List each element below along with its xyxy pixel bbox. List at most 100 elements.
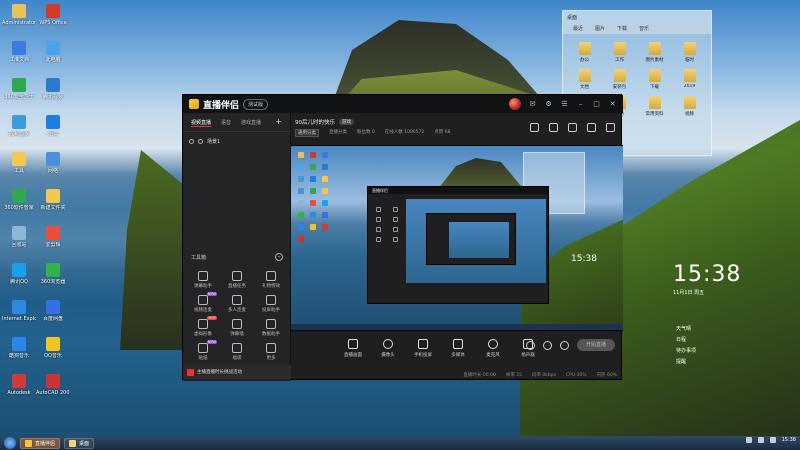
menu-icon[interactable]: ☰ bbox=[560, 100, 569, 109]
scene-row[interactable]: 场景1 bbox=[183, 132, 290, 151]
tool-item[interactable]: NEW 视频连麦 bbox=[187, 292, 219, 313]
widget-item[interactable]: 提醒 bbox=[676, 358, 756, 365]
folder-tab[interactable]: 图片 bbox=[595, 25, 605, 32]
close-icon[interactable]: ✕ bbox=[608, 100, 617, 109]
folder-item[interactable]: 工作 bbox=[604, 42, 635, 63]
folder-item[interactable]: 临时 bbox=[674, 42, 705, 63]
folder-tab[interactable]: 最近 bbox=[573, 25, 583, 32]
camera-button[interactable]: 摄像头 bbox=[376, 339, 400, 358]
beauty-icon[interactable] bbox=[543, 340, 552, 350]
widget-item[interactable]: 待办事项 bbox=[676, 347, 756, 354]
desktop-icon[interactable]: 360浏览器 bbox=[36, 263, 70, 285]
tool-item[interactable]: 直播任务 bbox=[221, 271, 253, 289]
room-tag[interactable]: 游戏 bbox=[339, 119, 354, 125]
microphone-button[interactable]: 麦克风 bbox=[481, 339, 505, 358]
add-scene-icon[interactable]: + bbox=[275, 118, 282, 127]
taskbar-item[interactable]: 直播伴侣 bbox=[20, 437, 61, 449]
desktop-icon[interactable]: Administrator bbox=[2, 4, 36, 26]
widget-item[interactable]: 天气晴 bbox=[676, 325, 756, 332]
folder-item[interactable]: 2019 bbox=[674, 69, 705, 90]
desktop-icon[interactable]: 迅雷 bbox=[36, 115, 70, 137]
eye-icon[interactable] bbox=[189, 139, 194, 144]
desktop-icon[interactable]: AutoCAD 2007 bbox=[36, 374, 70, 396]
network-icon[interactable] bbox=[745, 437, 752, 443]
desktop-icon[interactable]: 360安全卫士 bbox=[2, 78, 36, 100]
desktop-icon[interactable]: 江淮文档 bbox=[2, 41, 36, 63]
app-icon bbox=[46, 115, 60, 129]
tool-item[interactable]: NEW 贴纸 bbox=[187, 340, 219, 361]
minimize-icon[interactable]: – bbox=[576, 100, 585, 109]
folder-item[interactable]: 安装包 bbox=[604, 69, 635, 90]
gift-icon[interactable] bbox=[530, 123, 539, 132]
tool-item[interactable]: 投屏助手 bbox=[255, 295, 287, 313]
tool-item[interactable]: 更多 bbox=[255, 343, 287, 361]
folder-item[interactable]: 下载 bbox=[639, 69, 670, 90]
live-preview[interactable]: 直播伴侣 15:38 bbox=[291, 145, 623, 331]
message-icon[interactable]: ✉ bbox=[528, 100, 537, 109]
widget-item[interactable]: 日程 bbox=[676, 336, 756, 343]
maximize-icon[interactable]: □ bbox=[592, 100, 601, 109]
desktop-icon[interactable]: 回收站 bbox=[2, 226, 36, 248]
folder-tab[interactable]: 下载 bbox=[617, 25, 627, 32]
desktop-icon[interactable]: 腾讯QQ bbox=[2, 263, 36, 285]
tab-game-live[interactable]: 游戏直播 bbox=[241, 119, 261, 127]
app-logo-icon bbox=[189, 99, 199, 109]
shop-icon[interactable] bbox=[568, 123, 577, 132]
collapse-icon[interactable]: – bbox=[275, 253, 283, 261]
volume-icon[interactable] bbox=[757, 437, 764, 443]
start-live-button[interactable]: 开始直播 bbox=[577, 339, 615, 351]
room-title[interactable]: 90后儿时的快乐 bbox=[295, 118, 335, 126]
tool-item[interactable]: 礼物特效 bbox=[255, 271, 287, 289]
tab-voice[interactable]: 语音 bbox=[221, 119, 231, 127]
tool-item[interactable]: 多人连麦 bbox=[221, 295, 253, 313]
desktop-icon[interactable]: WPS Office bbox=[36, 4, 70, 26]
tool-item[interactable]: 数据助手 bbox=[255, 319, 287, 337]
folder-tab[interactable]: 音乐 bbox=[639, 25, 649, 32]
share-icon[interactable] bbox=[606, 123, 615, 132]
desktop-icon[interactable]: 新建文件夹 bbox=[36, 189, 70, 211]
lock-icon[interactable] bbox=[549, 123, 558, 132]
desktop-icon[interactable]: 酷狗音乐 bbox=[2, 337, 36, 359]
start-button[interactable] bbox=[4, 437, 16, 449]
desktop-icon[interactable]: 百度网盘 bbox=[36, 300, 70, 322]
tool-item[interactable]: 福袋 bbox=[221, 343, 253, 361]
preview-desktop-icon bbox=[310, 164, 316, 170]
folder-item[interactable]: 办公 bbox=[569, 42, 600, 63]
taskbar-item[interactable]: 桌面 bbox=[64, 437, 95, 449]
desktop-icon[interactable]: QQ音乐 bbox=[36, 337, 70, 359]
gear-icon[interactable] bbox=[560, 340, 569, 350]
preview-desktop-icon bbox=[298, 188, 304, 194]
desktop-icon[interactable]: 此电脑 bbox=[36, 41, 70, 63]
tray-time[interactable]: 15:38 bbox=[782, 437, 796, 443]
tab-video-live[interactable]: 视频直播 bbox=[191, 119, 212, 127]
tool-item[interactable]: 弹幕助手 bbox=[187, 271, 219, 289]
input-method-icon[interactable] bbox=[769, 437, 776, 443]
app-icon bbox=[12, 226, 26, 240]
folder-icon bbox=[648, 69, 661, 82]
phone-cast-button[interactable]: 手机投屏 bbox=[411, 339, 435, 358]
record-icon[interactable] bbox=[526, 340, 535, 350]
tool-item[interactable]: 弹幕墙 bbox=[221, 319, 253, 337]
desktop-icon[interactable]: 网络 bbox=[36, 152, 70, 174]
bell-icon[interactable] bbox=[587, 123, 596, 132]
category-select[interactable]: 通用分类 bbox=[295, 129, 319, 137]
avatar[interactable] bbox=[509, 98, 521, 110]
folder-item[interactable]: 图片素材 bbox=[639, 42, 670, 63]
desktop-icon[interactable]: Internet Explorer bbox=[2, 300, 36, 322]
folder-item[interactable]: 常用资料 bbox=[639, 96, 670, 117]
folder-item[interactable]: 视频 bbox=[674, 96, 705, 117]
media-button[interactable]: 多媒体 bbox=[446, 339, 470, 358]
desktop-icon[interactable]: 360软件管家 bbox=[2, 189, 36, 211]
desktop-icon[interactable]: 爱剪辑 bbox=[36, 226, 70, 248]
settings-icon[interactable]: ⚙ bbox=[544, 100, 553, 109]
desktop-icon[interactable]: 腾讯视频 bbox=[36, 78, 70, 100]
folder-item[interactable]: 文档 bbox=[569, 69, 600, 90]
desktop-icon[interactable]: 工具 bbox=[2, 152, 36, 174]
screen-capture-button[interactable]: 直播画面 bbox=[341, 339, 365, 358]
desktop-icon[interactable]: 控制面板 bbox=[2, 115, 36, 137]
lock-icon[interactable] bbox=[198, 139, 203, 144]
folder-icon bbox=[69, 439, 77, 447]
tool-item[interactable]: HOT 虚拟形象 bbox=[187, 316, 219, 337]
desktop-icon[interactable]: Autodesk bbox=[2, 374, 36, 396]
promo-bar[interactable]: 主播直播时长挑战活动 bbox=[183, 365, 291, 379]
